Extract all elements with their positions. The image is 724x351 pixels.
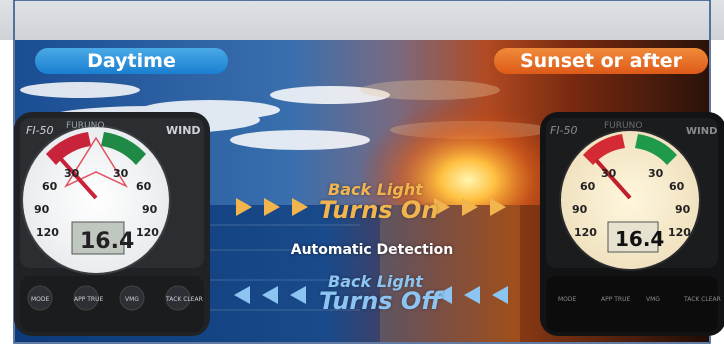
night-scale-30: 30	[601, 167, 617, 180]
day-scale-120: 120	[36, 226, 59, 239]
night-scale-90: 90	[572, 203, 588, 216]
backlight-illustration: 16.4 FI-50 WIND FURUNO 30 30 60 60 90 90…	[0, 0, 724, 351]
day-mode-label: WIND	[166, 124, 201, 137]
day-btn-tack-clear: TACK CLEAR	[165, 296, 203, 303]
night-brand-label: FURUNO	[604, 121, 642, 131]
night-scale-60: 60	[580, 180, 596, 193]
day-reading: 16.4	[80, 229, 134, 254]
night-scale-30-r: 30	[648, 167, 664, 180]
day-brand-label: FURUNO	[66, 121, 104, 131]
night-btn-app-true: APP TRUE	[601, 296, 630, 303]
night-scale-120: 120	[574, 226, 597, 239]
day-scale-90: 90	[34, 203, 50, 216]
night-btn-tack-clear: TACK CLEAR	[683, 296, 721, 303]
day-scale-120-r: 120	[136, 226, 159, 239]
day-scale-30: 30	[64, 167, 80, 180]
day-btn-vmg: VMG	[125, 296, 139, 303]
night-reading: 16.4	[615, 227, 664, 251]
night-scale-120-r: 120	[668, 226, 691, 239]
automatic-detection-label: Automatic Detection	[290, 242, 454, 258]
night-scale-60-r: 60	[669, 180, 685, 193]
sunset-badge: Sunset or after	[494, 48, 708, 74]
night-btn-vmg: VMG	[646, 296, 660, 303]
day-btn-app-true: APP TRUE	[74, 296, 103, 303]
night-mode-label: WIND	[686, 126, 717, 137]
daytime-badge: Daytime	[35, 48, 228, 74]
night-model-label: FI-50	[550, 124, 578, 137]
day-scale-60: 60	[42, 180, 58, 193]
day-model-label: FI-50	[26, 124, 54, 137]
night-btn-mode: MODE	[558, 296, 577, 303]
turns-off-label: Turns Off	[319, 287, 442, 315]
day-scale-30-r: 30	[113, 167, 129, 180]
day-btn-mode: MODE	[31, 296, 50, 303]
day-scale-60-r: 60	[136, 180, 152, 193]
night-scale-90-r: 90	[675, 203, 691, 216]
turns-on-label: Turns On	[319, 196, 439, 224]
day-scale-90-r: 90	[142, 203, 158, 216]
